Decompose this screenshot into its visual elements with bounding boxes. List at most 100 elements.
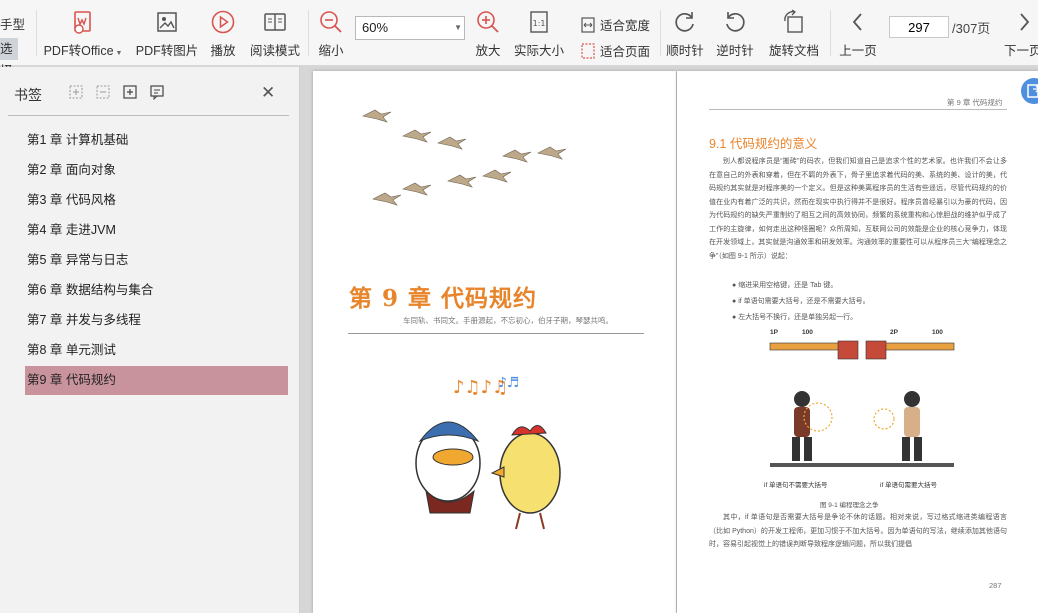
running-head-rule: [709, 109, 1007, 110]
next-page-label: 下一页: [1004, 44, 1038, 58]
flying-geese-illustration: [362, 109, 567, 206]
toolbar: 手型 选择 PDF转Office ▼ PDF转图片 播放 阅读模式 缩小: [0, 0, 1038, 78]
fit-page-button[interactable]: 适合页面: [580, 41, 650, 60]
add-bookmark-icon[interactable]: [122, 84, 138, 100]
toolbar-divider: [36, 10, 37, 56]
pdf-to-image-button[interactable]: PDF转图片: [136, 8, 198, 62]
zoom-value: 60%: [362, 20, 389, 35]
figure-fighting-game: 1P 100 2P 100 if 单语句不需要大括号 if 单语句需要大括号: [762, 329, 962, 491]
reading-mode-label: 阅读模式: [250, 44, 301, 58]
play-button[interactable]: 播放: [207, 8, 239, 62]
toolbar-divider: [308, 10, 309, 56]
rotate-document-button[interactable]: 旋转文档: [768, 8, 820, 62]
rotate-counterclockwise-label: 逆时针: [716, 44, 754, 58]
running-head: 第 9 章 代码规约: [947, 98, 1003, 107]
close-icon[interactable]: ✕: [261, 83, 275, 103]
bookmark-item[interactable]: 第8 章 单元测试: [25, 336, 288, 365]
zoom-out-button[interactable]: 缩小: [316, 8, 346, 62]
zoom-in-icon: [474, 8, 502, 36]
rotate-clockwise-button[interactable]: 顺时针: [666, 8, 704, 62]
play-label: 播放: [210, 44, 236, 58]
figure-right-label: if 单语句需要大括号: [880, 482, 938, 489]
rotate-clockwise-icon: [671, 8, 699, 36]
bookmark-item[interactable]: 第4 章 走进JVM: [25, 216, 288, 245]
player2-label: 2P: [890, 329, 898, 336]
page-number: 287: [989, 581, 1002, 590]
figure-left-label: if 单语句不需要大括号: [764, 482, 828, 489]
next-page-button[interactable]: 下一页: [1004, 8, 1038, 62]
panel-divider: [8, 115, 289, 116]
bookmark-item[interactable]: 第1 章 计算机基础: [25, 126, 288, 155]
bullet-item: ● if 单语句需要大括号，还是不需要大括号。: [732, 298, 870, 305]
player1-score: 100: [802, 329, 813, 336]
chapter-title: 第 9 章 代码规约: [349, 285, 538, 312]
fit-width-button[interactable]: 适合宽度: [580, 15, 650, 34]
document-page-left: 第 9 章 代码规约 车同轨、书同文。手册源起，不忘初心，伯牙子期，琴瑟共鸣。 …: [313, 71, 676, 613]
bookmark-item[interactable]: 第7 章 并发与多线程: [25, 306, 288, 335]
fighting-game-illustration: [769, 340, 955, 467]
document-page-right: 第 9 章 代码规约 9.1 代码规约的意义 别人都说程序员是“搬砖”的码农，但…: [677, 71, 1038, 613]
bullet-item: ● 左大括号不换行，还是单独另起一行。: [732, 314, 858, 321]
bookmark-item[interactable]: 第3 章 代码风格: [25, 186, 288, 215]
zoom-in-button[interactable]: 放大: [474, 8, 502, 62]
bookmark-panel-title: 书签: [14, 87, 42, 103]
chevron-right-icon: [1010, 8, 1038, 36]
bullet-item: ● 缩进采用空格键，还是 Tab 键。: [732, 282, 838, 289]
fit-width-icon: [581, 16, 595, 33]
body-paragraph: 别人都说程序员是“搬砖”的码农，但我们知道自己是追求个性的艺术家。也许我们不会让…: [709, 158, 1007, 260]
pdf-to-office-button[interactable]: PDF转Office ▼: [44, 8, 122, 62]
bookmark-panel: 书签 ✕ 第1 章 计算机基础 第2 章 面向对象 第3 章 代码风格 第4 章…: [0, 67, 300, 613]
chapter-rule: [348, 333, 644, 334]
fit-width-label: 适合宽度: [600, 19, 651, 33]
player1-label: 1P: [770, 329, 778, 336]
actual-size-button[interactable]: 1:1 实际大小: [514, 8, 564, 62]
pdf-to-office-label: PDF转Office: [43, 44, 114, 58]
prev-page-button[interactable]: 上一页: [839, 8, 877, 62]
pdf-to-image-label: PDF转图片: [135, 44, 199, 58]
bookmark-item[interactable]: 第2 章 面向对象: [25, 156, 288, 185]
bookmark-item[interactable]: 第5 章 异常与日志: [25, 246, 288, 275]
page-total: /307页: [952, 21, 991, 36]
chevron-down-icon: ▼: [454, 23, 462, 32]
select-tool-label[interactable]: 选择: [0, 38, 18, 78]
rotate-counterclockwise-button[interactable]: 逆时针: [716, 8, 754, 62]
zoom-select[interactable]: 60% ▼: [355, 16, 465, 40]
bookmark-settings-icon[interactable]: [149, 84, 165, 100]
zoom-out-label: 缩小: [318, 44, 344, 58]
floating-action-button[interactable]: [1021, 78, 1038, 104]
image-icon: [153, 8, 181, 36]
actual-size-icon: 1:1: [525, 8, 553, 36]
bookmark-item-active[interactable]: 第9 章 代码规约: [25, 366, 288, 395]
chapter-subtitle: 车同轨、书同文。手册源起，不忘初心，伯牙子期，琴瑟共鸣。: [403, 316, 613, 325]
prev-page-label: 上一页: [839, 44, 877, 58]
zoom-out-icon: [317, 8, 345, 36]
bookmark-item[interactable]: 第6 章 数据结构与集合: [25, 276, 288, 305]
chevron-left-icon: [844, 8, 872, 36]
collapse-all-icon[interactable]: [95, 84, 111, 100]
section-title: 9.1 代码规约的意义: [709, 137, 818, 151]
rotate-document-label: 旋转文档: [768, 44, 819, 58]
pdf-to-office-icon: [69, 8, 97, 36]
rotate-clockwise-label: 顺时针: [666, 44, 704, 58]
fit-page-icon: [581, 42, 595, 59]
play-icon: [209, 8, 237, 36]
rotate-document-icon: [780, 8, 808, 36]
player2-score: 100: [932, 329, 943, 336]
toolbar-divider: [830, 10, 831, 56]
zoom-in-label: 放大: [475, 44, 501, 58]
figure-caption: 图 9-1 编程理念之争: [820, 502, 879, 509]
body-paragraph: 其中，if 单语句是否需要大括号是争论不休的话题。相对来说，写过格式缩进类编程语…: [709, 514, 1007, 548]
svg-text:♪♬: ♪♬: [498, 375, 520, 391]
duck-and-chicken-illustration: ♪♫♪♫ ♪♬: [415, 375, 561, 530]
actual-size-label: 实际大小: [514, 44, 565, 58]
fit-page-label: 适合页面: [600, 45, 651, 59]
floating-tool-icon: [1027, 84, 1038, 98]
toolbar-divider: [660, 10, 661, 56]
page-number-input[interactable]: [889, 16, 949, 38]
hand-tool-label[interactable]: 手型: [0, 14, 25, 33]
reading-mode-button[interactable]: 阅读模式: [250, 8, 300, 62]
rotate-counterclockwise-icon: [721, 8, 749, 36]
svg-text:1:1: 1:1: [533, 19, 546, 28]
book-icon: [261, 8, 289, 36]
expand-all-icon[interactable]: [68, 84, 84, 100]
